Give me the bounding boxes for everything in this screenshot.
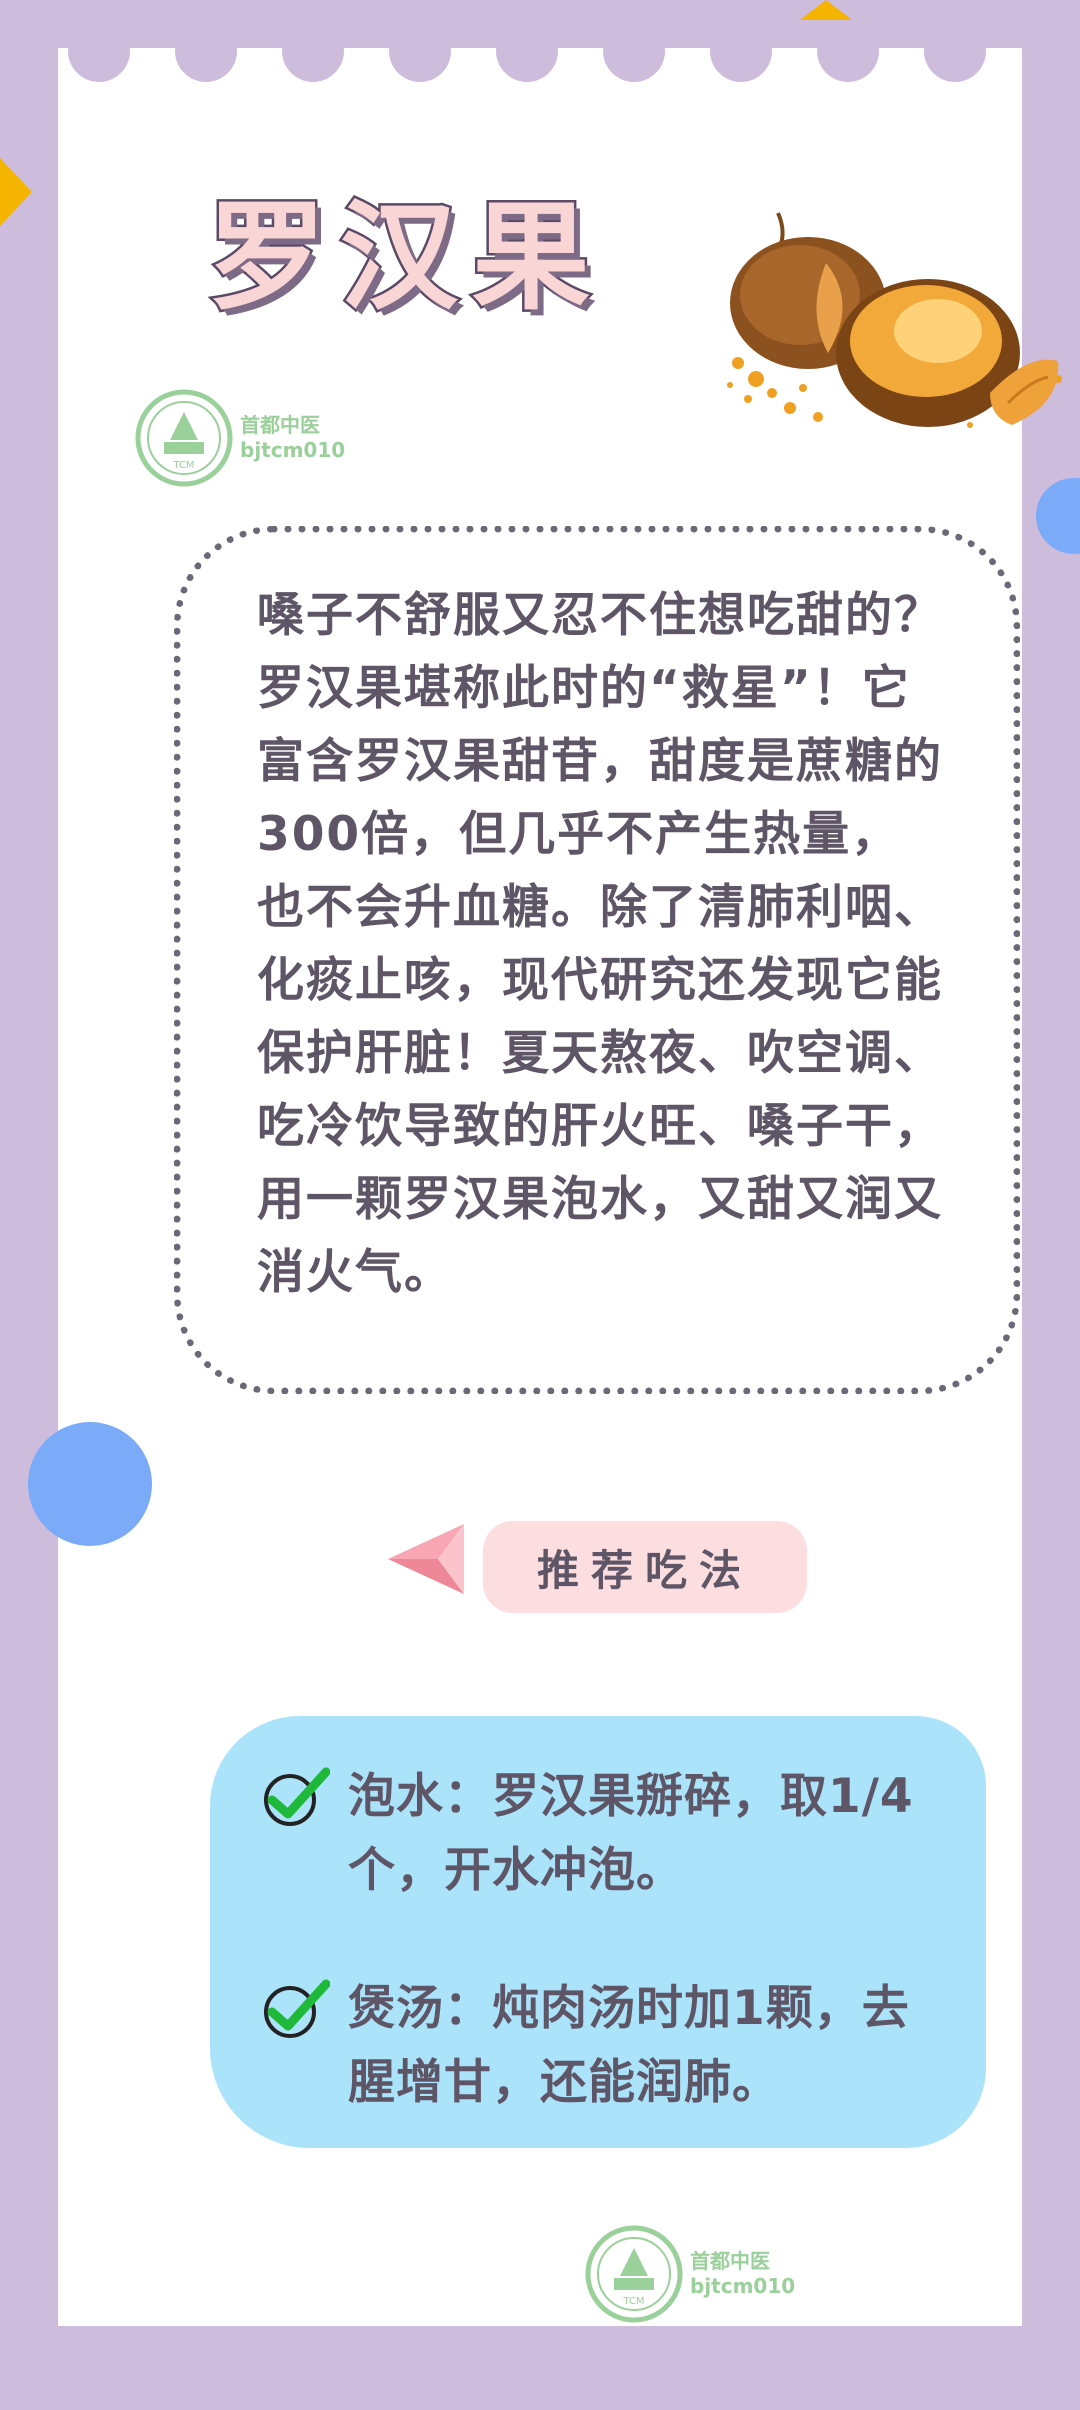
- yellow-triangle-decoration-top: [800, 0, 852, 20]
- intro-text: 嗓子不舒服又忍不住想吃甜的？罗汉果堪称此时的“救星”！它富含罗汉果甜苷，甜度是蔗…: [257, 588, 943, 1300]
- blue-dot-decoration-left: [28, 1422, 152, 1546]
- seal-text: TCM: [172, 460, 194, 471]
- brand-name: 首都中医: [690, 2249, 770, 2273]
- tcm-seal-icon: TCM: [585, 2225, 683, 2323]
- check-icon: [264, 1979, 330, 2038]
- intro-box: 嗓子不舒服又忍不住想吃甜的？罗汉果堪称此时的“救星”！它富含罗汉果甜苷，甜度是蔗…: [174, 526, 1020, 1394]
- poster-card: 罗汉果 TCM 首都中医 bjtcm010 嗓子不舒服又忍不住想吃甜的？罗汉果堪…: [28, 20, 1062, 2326]
- paper-plane-icon: [388, 1524, 464, 1594]
- page-title: 罗汉果: [205, 187, 605, 326]
- scallop: [603, 20, 665, 82]
- scallop: [389, 20, 451, 82]
- tip-text: 泡水：罗汉果掰碎，取1/4个，开水冲泡。: [348, 1769, 914, 1898]
- brand-logo: TCM 首都中医 bjtcm010: [134, 388, 345, 488]
- yellow-triangle-decoration: [0, 158, 32, 226]
- scalloped-edge: [58, 20, 1022, 92]
- scallop: [817, 20, 879, 82]
- tip-item: 泡水：罗汉果掰碎，取1/4个，开水冲泡。: [262, 1760, 952, 1908]
- scallop: [924, 20, 986, 82]
- blue-dot-decoration-right: [1036, 478, 1080, 554]
- scallop: [710, 20, 772, 82]
- brand-name: 首都中医: [240, 413, 320, 437]
- seal-text: TCM: [622, 2296, 644, 2307]
- luo-han-guo-illustration: [727, 212, 1062, 428]
- tips-box: 泡水：罗汉果掰碎，取1/4个，开水冲泡。 煲汤：炖肉汤时加1颗，去腥增甘，还能润…: [210, 1716, 986, 2148]
- scallop: [175, 20, 237, 82]
- tip-text: 煲汤：炖肉汤时加1颗，去腥增甘，还能润肺。: [348, 1981, 910, 2110]
- brand-handle: bjtcm010: [690, 2274, 796, 2298]
- scallop: [68, 20, 130, 82]
- brand-handle: bjtcm010: [240, 438, 346, 462]
- scallop: [496, 20, 558, 82]
- section-title: 推荐吃法: [483, 1521, 807, 1613]
- check-icon: [264, 1767, 330, 1826]
- scallop: [282, 20, 344, 82]
- brand-logo-footer: TCM 首都中医 bjtcm010: [584, 2224, 795, 2324]
- tcm-seal-icon: TCM: [135, 389, 233, 487]
- tip-item: 煲汤：炖肉汤时加1颗，去腥增甘，还能润肺。: [262, 1972, 952, 2120]
